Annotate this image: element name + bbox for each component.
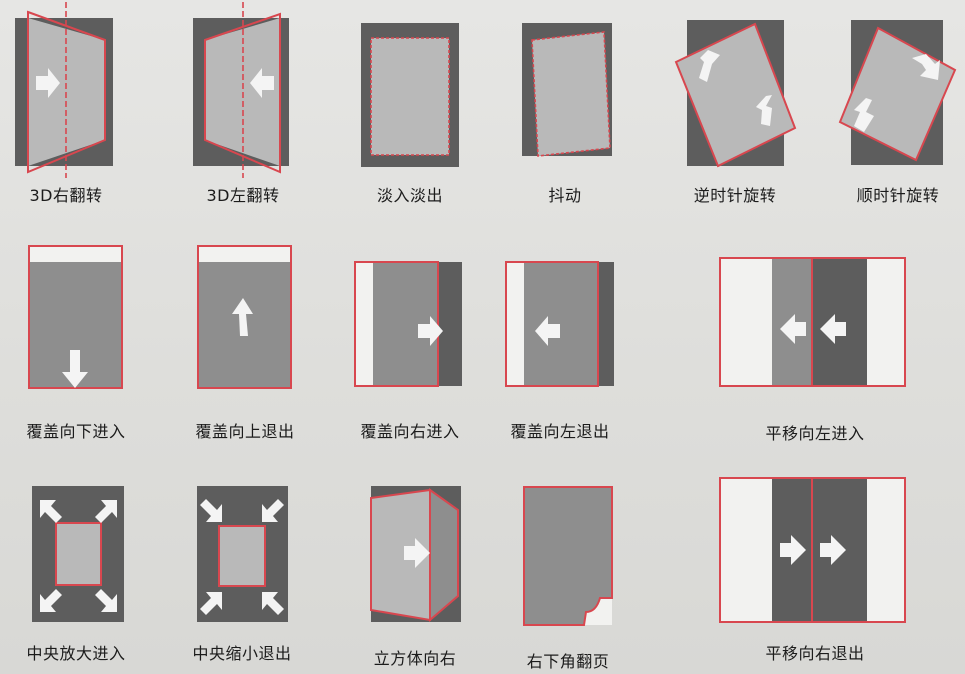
slide-right-out-diagram: [719, 477, 906, 623]
label-slide-right-out: 平移向右退出: [765, 644, 865, 663]
